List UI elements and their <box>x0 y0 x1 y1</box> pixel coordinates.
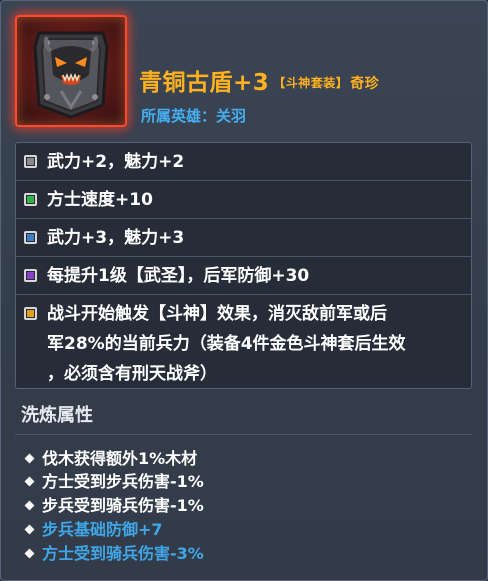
refine-text: 方士受到骑兵伤害-3% <box>42 544 204 563</box>
item-set-tag: 【斗神套装】 <box>273 76 349 90</box>
diamond-bullet-icon <box>24 453 35 464</box>
item-rarity: 奇珍 <box>350 76 380 92</box>
item-title: 青铜古盾+3 【斗神套装】 奇珍 <box>139 63 379 97</box>
stat-row: 武力+3，魅力+3 <box>16 219 471 257</box>
bronze-demon-shield-icon <box>33 31 109 119</box>
stat-text: 武力+3，魅力+3 <box>47 228 185 248</box>
stat-text: 方士速度+10 <box>47 190 153 210</box>
refine-item: 伐木获得额外1%木材 <box>23 448 197 470</box>
stat-text: 武力+2，魅力+2 <box>47 152 185 172</box>
refine-text: 步兵基础防御+7 <box>42 520 163 539</box>
refine-item: 步兵受到骑兵伤害-1% <box>23 495 204 517</box>
purple-square-bullet-icon <box>24 269 37 282</box>
stat-row: 每提升1级【武圣】，后军防御+30 <box>16 257 471 295</box>
refine-text: 方士受到步兵伤害-1% <box>42 472 204 491</box>
gray-square-bullet-icon <box>24 155 37 168</box>
blue-square-bullet-icon <box>24 231 37 244</box>
diamond-bullet-icon <box>24 476 35 487</box>
hero-owner-label: 所属英雄：关羽 <box>141 107 247 125</box>
refine-text: 伐木获得额外1%木材 <box>42 449 198 468</box>
item-icon-frame <box>15 15 127 127</box>
item-name: 青铜古盾+3 <box>139 70 270 96</box>
refine-divider <box>15 434 472 435</box>
item-tooltip-panel: 青铜古盾+3 【斗神套装】 奇珍 所属英雄：关羽 武力+2，魅力+2 方士速度+10… <box>0 0 488 581</box>
diamond-bullet-icon <box>24 524 35 535</box>
refine-text: 步兵受到骑兵伤害-1% <box>42 496 204 515</box>
refine-item: 步兵基础防御+7 <box>23 519 163 541</box>
diamond-bullet-icon <box>24 548 35 559</box>
refine-section-title: 洗炼属性 <box>21 405 93 426</box>
refine-item: 方士受到步兵伤害-1% <box>23 471 204 493</box>
stat-text: 每提升1级【武圣】，后军防御+30 <box>47 266 310 286</box>
orange-square-bullet-icon <box>24 307 37 320</box>
stat-row: 战斗开始触发【斗神】效果，消灭敌前军或后 军28%的当前兵力（装备4件金色斗神套… <box>16 295 471 388</box>
refine-item: 方士受到骑兵伤害-3% <box>23 543 204 565</box>
stats-list: 武力+2，魅力+2 方士速度+10 武力+3，魅力+3 每提升1级【武圣】，后军… <box>15 142 472 389</box>
stat-row: 武力+2，魅力+2 <box>16 143 471 181</box>
stat-row: 方士速度+10 <box>16 181 471 219</box>
stat-text: 战斗开始触发【斗神】效果，消灭敌前军或后 军28%的当前兵力（装备4件金色斗神套… <box>47 304 406 384</box>
green-square-bullet-icon <box>24 193 37 206</box>
diamond-bullet-icon <box>24 500 35 511</box>
